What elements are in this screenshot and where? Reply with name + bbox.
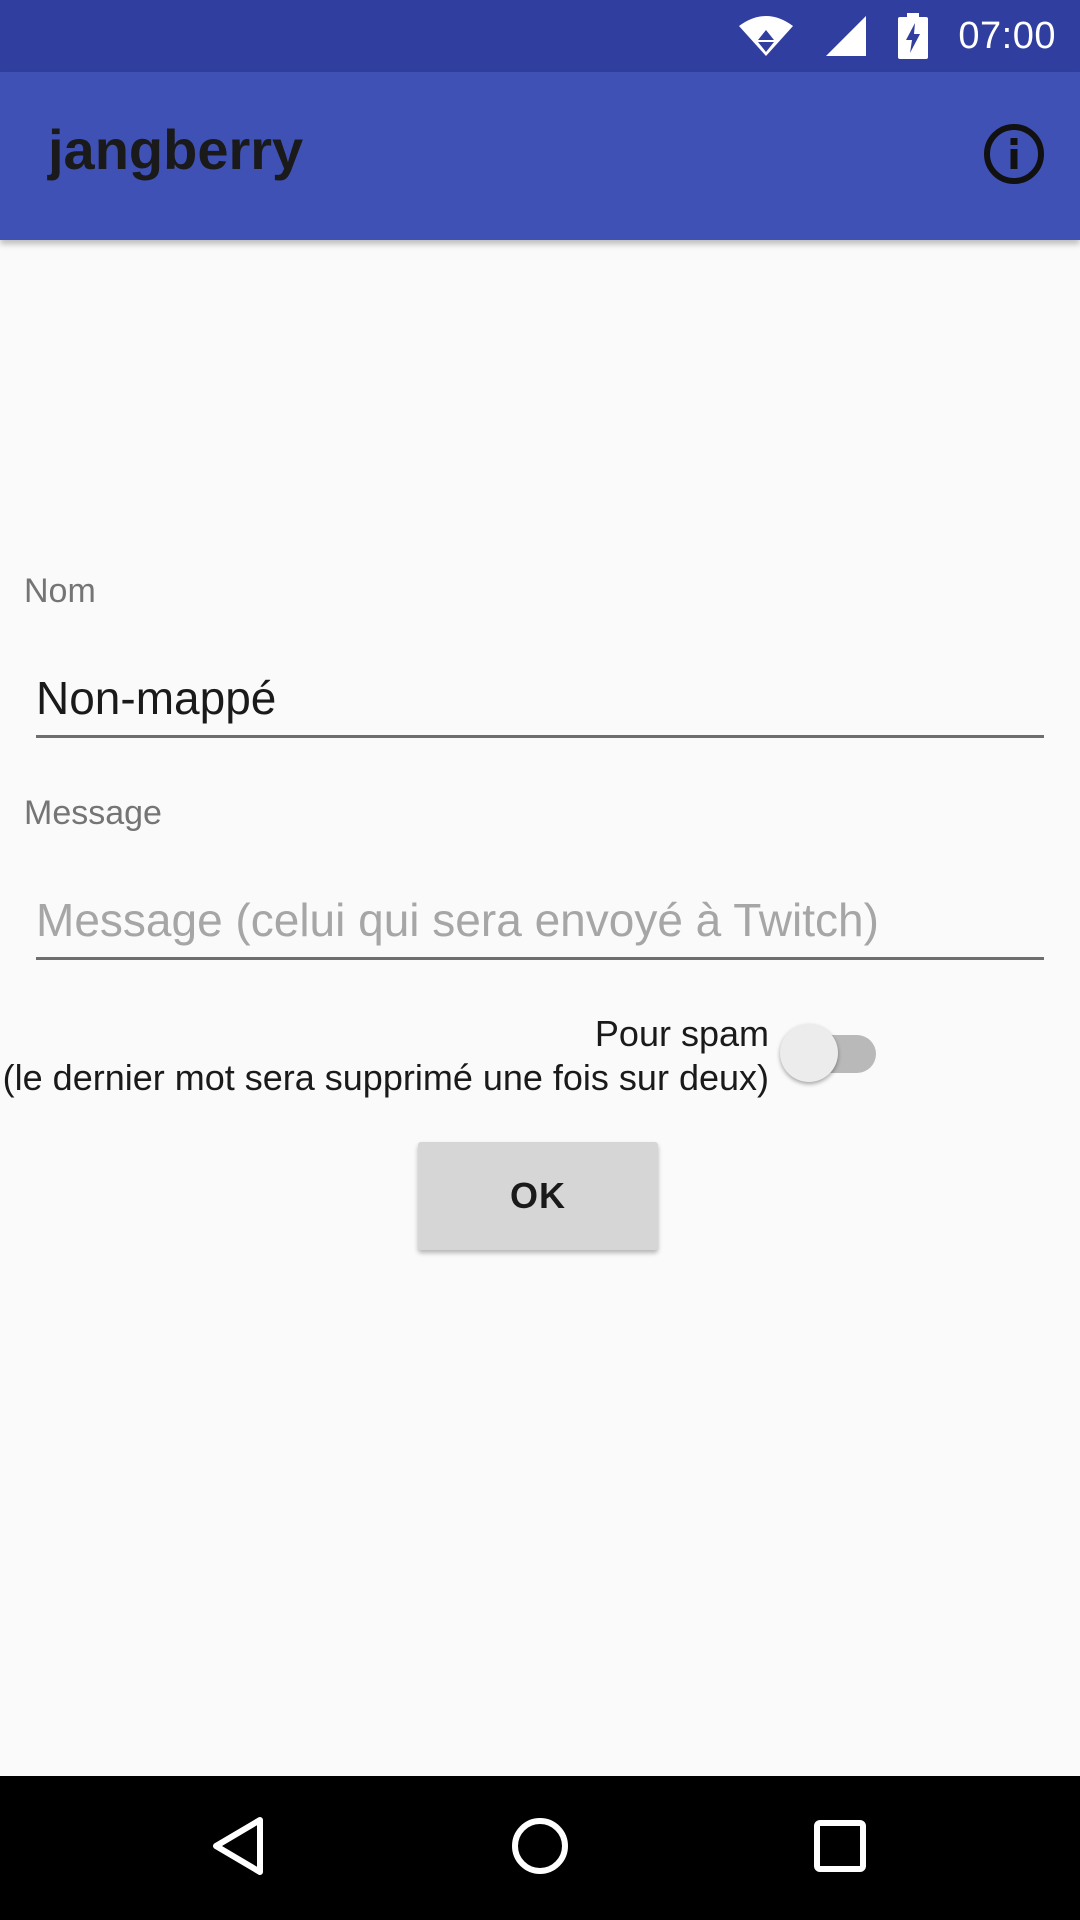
name-input[interactable] <box>36 660 1044 738</box>
spam-switch-label: Pour spam (le dernier mot sera supprimé … <box>3 1012 769 1100</box>
status-time: 07:00 <box>958 14 1056 57</box>
app-bar: jangberry <box>0 72 1080 240</box>
message-input[interactable] <box>36 882 1044 960</box>
status-icons: 07:00 <box>738 0 1056 72</box>
recents-icon <box>808 1814 872 1883</box>
back-button[interactable] <box>190 1798 290 1898</box>
info-button[interactable] <box>978 120 1050 192</box>
battery-charging-icon <box>898 13 929 59</box>
spam-label-description: (le dernier mot sera supprimé une fois s… <box>2 1057 769 1098</box>
wifi-icon <box>738 14 794 58</box>
app-title: jangberry <box>48 118 304 181</box>
ok-button[interactable]: OK <box>418 1142 658 1250</box>
home-button[interactable] <box>490 1798 590 1898</box>
recents-button[interactable] <box>790 1798 890 1898</box>
spam-switch[interactable] <box>780 1023 880 1083</box>
navigation-bar <box>0 1776 1080 1920</box>
spam-label-title: Pour spam <box>594 1013 769 1054</box>
home-icon <box>508 1814 572 1883</box>
name-label: Nom <box>24 572 96 610</box>
app-screen: 07:00 jangberry Nom Message Pour spam (l… <box>0 0 1080 1920</box>
signal-icon <box>824 14 868 58</box>
back-icon <box>208 1814 272 1883</box>
status-bar: 07:00 <box>0 0 1080 72</box>
switch-thumb <box>780 1024 838 1082</box>
message-label: Message <box>24 794 162 832</box>
info-icon <box>982 122 1046 191</box>
